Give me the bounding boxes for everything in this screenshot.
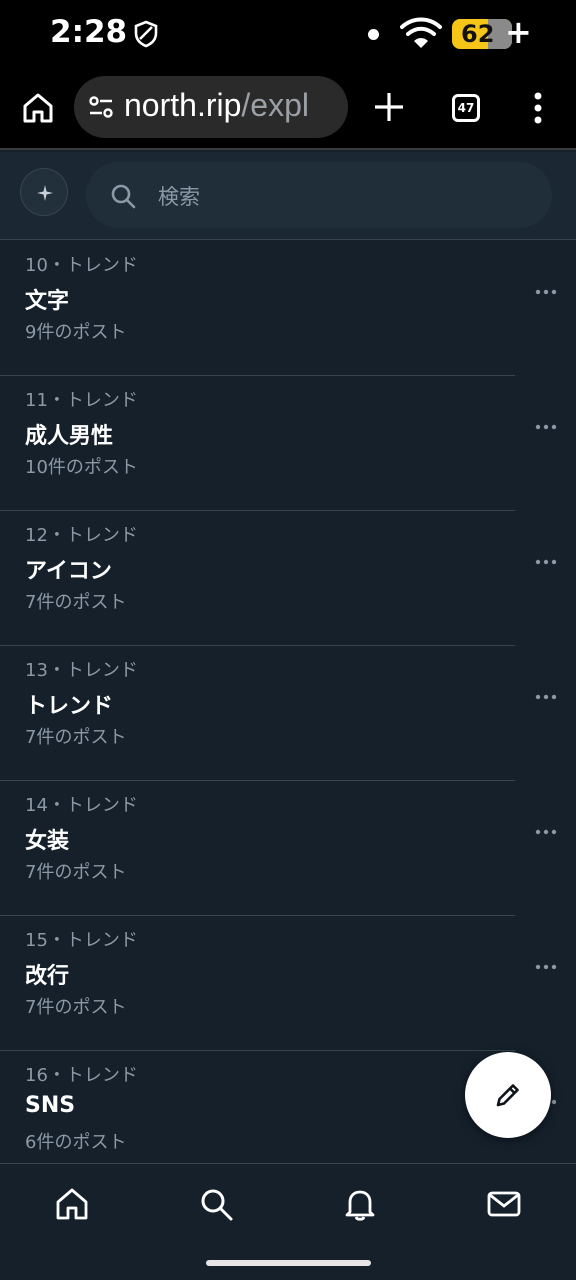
more-icon[interactable]: [534, 556, 558, 568]
trend-item[interactable]: 14・トレンド 女装 7件のポスト: [0, 781, 576, 916]
tabs-button[interactable]: 47: [452, 94, 480, 122]
bell-icon[interactable]: [342, 1186, 378, 1222]
trend-rank: 15・トレンド: [25, 930, 138, 951]
more-icon[interactable]: [534, 286, 558, 298]
compose-button[interactable]: [465, 1052, 551, 1138]
trend-item[interactable]: 12・トレンド アイコン 7件のポスト: [0, 511, 576, 646]
trend-name: トレンド: [25, 694, 114, 719]
trend-post-count: 7件のポスト: [25, 862, 127, 883]
shield-icon: [134, 20, 158, 48]
sparkle-button[interactable]: [20, 168, 68, 216]
url-domain: north.rip: [124, 87, 242, 123]
battery-icon: 62: [452, 19, 512, 49]
more-icon[interactable]: [534, 691, 558, 703]
trend-rank: 10・トレンド: [25, 255, 138, 276]
more-icon[interactable]: [534, 961, 558, 973]
search-icon: [111, 184, 136, 209]
trend-rank: 12・トレンド: [25, 525, 138, 546]
menu-icon[interactable]: [528, 88, 548, 128]
trend-item[interactable]: 11・トレンド 成人男性 10件のポスト: [0, 376, 576, 511]
trend-name: 文字: [25, 289, 70, 314]
trend-name: 改行: [25, 964, 70, 989]
browser-toolbar: north.rip/expl 47: [0, 68, 576, 150]
search-input[interactable]: 検索: [86, 162, 552, 228]
home-icon[interactable]: [54, 1186, 90, 1222]
search-header: 検索: [0, 152, 576, 240]
status-time: 2:28: [50, 14, 128, 50]
search-icon[interactable]: [198, 1186, 234, 1222]
trend-rank: 14・トレンド: [25, 795, 138, 816]
trend-post-count: 10件のポスト: [25, 457, 138, 478]
trend-name: 女装: [25, 829, 70, 854]
wifi-icon: [400, 17, 442, 48]
address-bar[interactable]: north.rip/expl: [74, 76, 348, 138]
trend-item[interactable]: 15・トレンド 改行 7件のポスト: [0, 916, 576, 1051]
home-indicator[interactable]: [206, 1260, 371, 1266]
trend-post-count: 7件のポスト: [25, 997, 127, 1018]
home-icon[interactable]: [18, 88, 58, 128]
new-tab-icon[interactable]: [370, 88, 408, 126]
sparkle-icon: [37, 185, 53, 201]
url-text: north.rip/expl: [124, 87, 309, 124]
trend-post-count: 7件のポスト: [25, 727, 127, 748]
url-path: /expl: [241, 87, 309, 123]
status-bar: 2:28 62 +: [0, 0, 576, 68]
trend-item[interactable]: 13・トレンド トレンド 7件のポスト: [0, 646, 576, 781]
trend-post-count: 7件のポスト: [25, 592, 127, 613]
search-placeholder: 検索: [158, 185, 200, 209]
pencil-icon: [496, 1084, 519, 1107]
notification-dot: [368, 29, 379, 40]
trend-name: SNS: [25, 1093, 76, 1118]
battery-level: 62: [461, 20, 495, 48]
trend-post-count: 9件のポスト: [25, 322, 127, 343]
trend-name: アイコン: [25, 559, 112, 584]
trend-item[interactable]: 10・トレンド 文字 9件のポスト: [0, 241, 576, 376]
trend-rank: 16・トレンド: [25, 1065, 138, 1086]
charging-plus-icon: +: [505, 13, 532, 51]
trend-list: 10・トレンド 文字 9件のポスト 11・トレンド 成人男性 10件のポスト 1…: [0, 241, 576, 1186]
mail-icon[interactable]: [486, 1186, 522, 1222]
site-settings-icon[interactable]: [88, 95, 114, 119]
more-icon[interactable]: [534, 421, 558, 433]
trend-rank: 11・トレンド: [25, 390, 138, 411]
trend-name: 成人男性: [25, 424, 114, 449]
bottom-nav: [0, 1163, 576, 1280]
trend-post-count: 6件のポスト: [25, 1132, 127, 1153]
more-icon[interactable]: [534, 826, 558, 838]
trend-rank: 13・トレンド: [25, 660, 138, 681]
